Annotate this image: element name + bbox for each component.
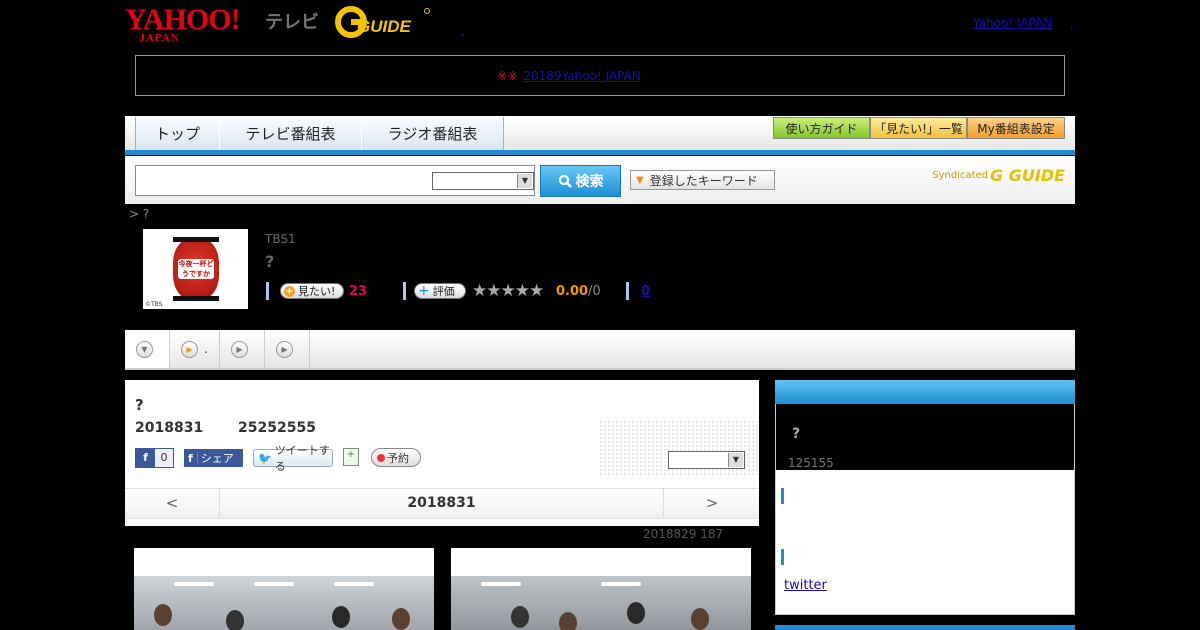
- subnav-item-2[interactable]: ▶ .: [170, 330, 220, 368]
- divider: [266, 282, 269, 300]
- breadcrumb[interactable]: > ?: [129, 207, 149, 221]
- chevron-down-icon: ▼: [728, 453, 743, 467]
- rating-total: /0: [588, 284, 601, 299]
- want-to-watch-button[interactable]: + 見たい!: [280, 283, 344, 299]
- channel-name: TBS1: [265, 232, 296, 246]
- notice-link[interactable]: 20189Yahoo! JAPAN: [523, 69, 702, 83]
- sidebar-numbers: 125155: [788, 456, 834, 470]
- registered-keywords-button[interactable]: ▼ 登録したキーワード: [630, 170, 775, 190]
- facebook-like-button[interactable]: f 0: [135, 448, 174, 468]
- my-schedule-settings-button[interactable]: My番組表設定: [967, 117, 1065, 139]
- yahoo-japan-logo[interactable]: YAHOO! JAPAN: [125, 5, 241, 44]
- facebook-icon: f: [184, 451, 198, 465]
- triangle-down-icon: ▼: [636, 174, 644, 186]
- play-icon: ▶: [181, 340, 198, 358]
- subnav-item-3[interactable]: ▶: [220, 330, 265, 368]
- search-bar: ▼ 検索 ▼ 登録したキーワード Syndicated G GUIDE: [125, 156, 1075, 204]
- gguide-logo[interactable]: GUIDE: [335, 6, 430, 38]
- header-separator: ,: [461, 24, 465, 38]
- want-list-button[interactable]: 「見たい!」一覧: [870, 117, 967, 139]
- rating-stars: ★★★★★: [472, 281, 544, 301]
- tv-logo-text[interactable]: テレビ: [265, 8, 319, 34]
- chevron-down-icon: ▼: [517, 174, 532, 188]
- notice-mark: ※※: [497, 68, 518, 83]
- play-icon: ▶: [231, 340, 248, 358]
- prev-date-button[interactable]: <: [125, 489, 220, 518]
- rate-button[interactable]: + 評価: [414, 283, 466, 299]
- program-thumbnail: 今夜一杯どうですか ©TBS: [143, 229, 248, 309]
- divider: [403, 282, 406, 300]
- updated-info: 2018829 187: [643, 527, 724, 541]
- broadcast-date: 2018831: [135, 420, 204, 436]
- twitter-bird-icon: 🐦: [258, 451, 272, 465]
- sidebar-divider: [781, 488, 784, 504]
- usage-guide-button[interactable]: 使い方ガイド: [773, 117, 870, 139]
- record-dot-icon: [377, 453, 385, 462]
- search-category-select[interactable]: ▼: [432, 172, 534, 190]
- tab-radio-schedule[interactable]: ラジオ番組表: [361, 117, 504, 150]
- sidebar-divider: [781, 549, 784, 565]
- calendar-add-icon[interactable]: +: [343, 448, 359, 466]
- want-count: 23: [349, 284, 368, 299]
- program-photo-1[interactable]: [134, 548, 434, 630]
- facebook-share-button[interactable]: f シェア: [184, 449, 243, 467]
- facebook-icon: f: [136, 449, 155, 467]
- tweet-button[interactable]: 🐦 ツイートする: [253, 444, 333, 473]
- sidebar-next-header: [775, 625, 1075, 630]
- current-date: 2018831: [407, 495, 476, 511]
- yahoo-japan-link[interactable]: Yahoo! JAPAN: [973, 16, 1052, 30]
- chevron-down-icon: ▼: [136, 340, 153, 358]
- rating-score: 0.00: [556, 284, 589, 299]
- syndicated-gguide-logo: Syndicated G GUIDE: [932, 166, 1065, 185]
- sub-nav: ▼ ▶ . ▶ ▶: [125, 330, 1075, 370]
- review-count-link[interactable]: 0: [641, 284, 650, 299]
- subnav-item-4[interactable]: ▶: [265, 330, 310, 368]
- plus-icon: +: [418, 283, 430, 299]
- lantern-image: 今夜一杯どうですか: [173, 237, 219, 301]
- notice-banner: ※※ 20189Yahoo! JAPAN: [135, 55, 1065, 96]
- date-navigator: < 2018831 >: [125, 488, 759, 519]
- sidebar-links-box: twitter: [775, 470, 1075, 615]
- search-button[interactable]: 検索: [540, 165, 621, 197]
- program-title: ?: [265, 252, 275, 271]
- subnav-item-main[interactable]: ▼: [125, 330, 170, 368]
- broadcast-time: 25252555: [238, 420, 316, 436]
- detail-select[interactable]: ▼: [668, 451, 745, 469]
- detail-title: ?: [135, 396, 144, 414]
- sidebar-info-box: ? 125155: [775, 404, 1075, 470]
- next-date-button[interactable]: >: [663, 489, 760, 518]
- search-icon: [558, 174, 572, 188]
- sidebar-header: [775, 380, 1075, 404]
- divider: [626, 282, 629, 300]
- tab-tv-schedule[interactable]: テレビ番組表: [219, 117, 362, 150]
- plus-icon: +: [284, 285, 295, 297]
- svg-text:GUIDE: GUIDE: [357, 17, 412, 36]
- header-trailing-dot: ,: [1070, 16, 1074, 30]
- tab-top[interactable]: トップ: [135, 117, 220, 150]
- twitter-link[interactable]: twitter: [784, 578, 827, 593]
- sidebar-question: ?: [792, 426, 801, 442]
- main-nav: トップ テレビ番組表 ラジオ番組表 使い方ガイド 「見たい!」一覧 My番組表設…: [125, 116, 1075, 155]
- program-detail-box: ? 2018831 25252555 f 0 f シェア 🐦 ツイートする + …: [125, 380, 759, 526]
- program-photo-2[interactable]: [451, 548, 751, 630]
- play-icon: ▶: [276, 340, 293, 358]
- reserve-button[interactable]: 予約: [371, 448, 421, 467]
